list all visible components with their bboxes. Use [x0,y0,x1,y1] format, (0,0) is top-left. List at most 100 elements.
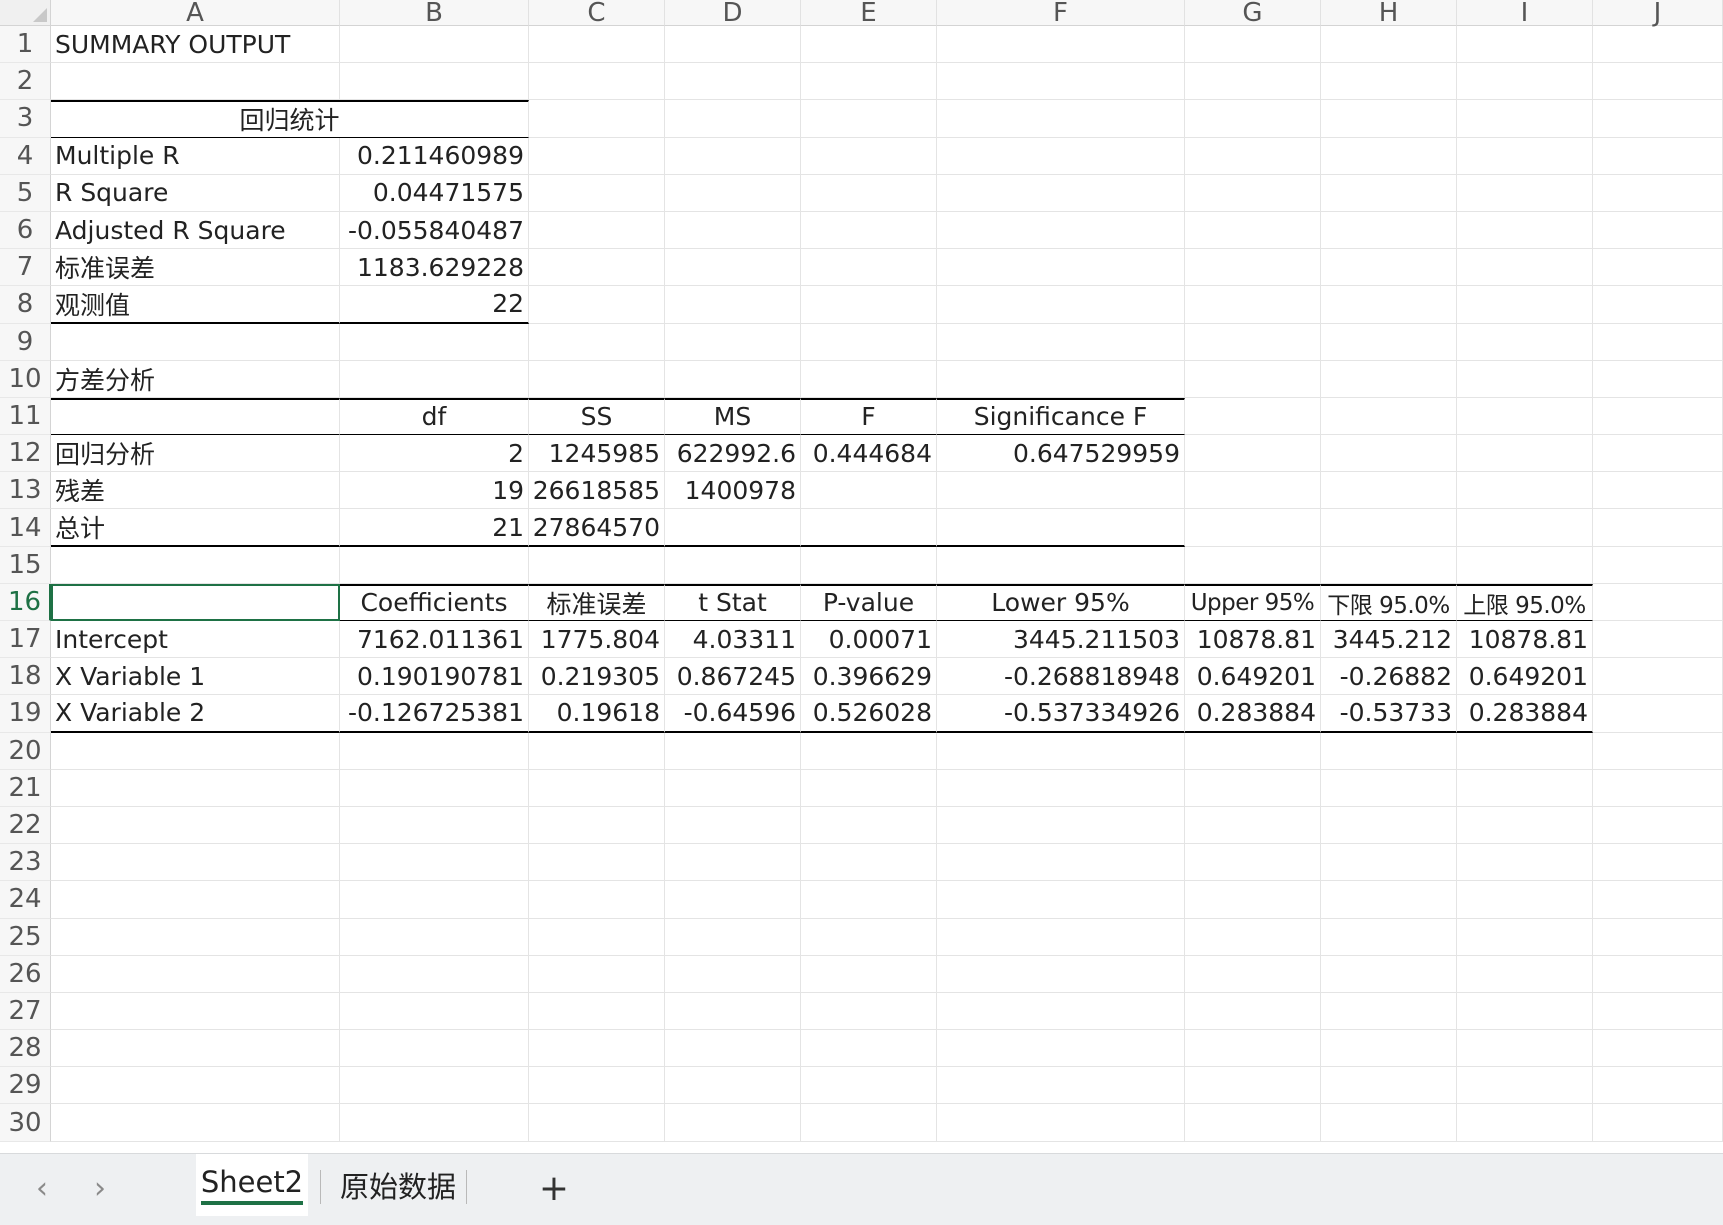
cell-a27[interactable] [51,992,340,1031]
column-header-i[interactable]: I [1457,0,1593,26]
cell-a28[interactable] [51,1030,340,1068]
cell-b22[interactable] [340,806,529,845]
row-header-26[interactable]: 26 [0,955,51,993]
cell-f5[interactable] [937,174,1185,212]
cell-a29[interactable] [51,1067,340,1105]
cell-e19[interactable]: 0.526028 [801,695,937,733]
cell-f30[interactable] [937,1104,1185,1142]
cell-b20[interactable] [340,732,529,770]
cell-j26[interactable] [1593,955,1723,993]
column-header-f[interactable]: F [937,0,1185,26]
cell-i30[interactable] [1457,1104,1593,1142]
cell-i11[interactable] [1457,397,1593,436]
cell-g30[interactable] [1185,1104,1321,1142]
cell-c8[interactable] [529,286,665,324]
cell-e11[interactable]: F [801,397,937,436]
cell-f9[interactable] [937,323,1185,361]
row-header-7[interactable]: 7 [0,249,51,287]
cell-c5[interactable] [529,174,665,212]
cell-j29[interactable] [1593,1067,1723,1105]
cell-a30[interactable] [51,1104,340,1142]
cell-d24[interactable] [665,881,801,919]
cell-e1[interactable] [801,26,937,64]
cell-b13[interactable]: 19 [340,472,529,510]
row-header-30[interactable]: 30 [0,1104,51,1142]
cell-f10[interactable] [937,360,1185,398]
cell-b28[interactable] [340,1030,529,1068]
cell-h20[interactable] [1321,732,1457,770]
cell-g24[interactable] [1185,881,1321,919]
cell-c15[interactable] [529,546,665,584]
cell-i19[interactable]: 0.283884 [1457,695,1593,733]
cell-a25[interactable] [51,918,340,956]
cell-a22[interactable] [51,806,340,845]
cell-f11[interactable]: Significance F [937,397,1185,436]
row-header-16[interactable]: 16 [0,583,51,621]
cell-b7[interactable]: 1183.629228 [340,249,529,287]
cell-a26[interactable] [51,955,340,993]
row-header-14[interactable]: 14 [0,509,51,547]
cell-b12[interactable]: 2 [340,435,529,473]
column-header-d[interactable]: D [665,0,801,26]
cell-e20[interactable] [801,732,937,770]
cell-f7[interactable] [937,249,1185,287]
cell-i2[interactable] [1457,63,1593,101]
cell-i18[interactable]: 0.649201 [1457,658,1593,696]
cell-g21[interactable] [1185,769,1321,807]
cell-h24[interactable] [1321,881,1457,919]
cell-j12[interactable] [1593,435,1723,473]
cell-i20[interactable] [1457,732,1593,770]
cell-d4[interactable] [665,137,801,175]
cell-b10[interactable] [340,360,529,398]
cell-d10[interactable] [665,360,801,398]
cell-f4[interactable] [937,137,1185,175]
cell-f12[interactable]: 0.647529959 [937,435,1185,473]
row-header-10[interactable]: 10 [0,360,51,398]
cell-j8[interactable] [1593,286,1723,324]
cell-i26[interactable] [1457,955,1593,993]
column-header-e[interactable]: E [801,0,937,26]
cell-e5[interactable] [801,174,937,212]
cell-a24[interactable] [51,881,340,919]
cell-i1[interactable] [1457,26,1593,64]
cell-h15[interactable] [1321,546,1457,584]
cell-f2[interactable] [937,63,1185,101]
cell-c21[interactable] [529,769,665,807]
row-header-1[interactable]: 1 [0,26,51,64]
cell-i12[interactable] [1457,435,1593,473]
cell-d27[interactable] [665,992,801,1031]
cell-e21[interactable] [801,769,937,807]
cell-a7[interactable]: 标准误差 [51,249,340,287]
cell-a18[interactable]: X Variable 1 [51,658,340,696]
cell-f23[interactable] [937,844,1185,882]
cell-h18[interactable]: -0.26882 [1321,658,1457,696]
cell-c29[interactable] [529,1067,665,1105]
cell-a6[interactable]: Adjusted R Square [51,211,340,250]
cell-g11[interactable] [1185,397,1321,436]
row-header-20[interactable]: 20 [0,732,51,770]
cell-g25[interactable] [1185,918,1321,956]
cell-f27[interactable] [937,992,1185,1031]
cell-c17[interactable]: 1775.804 [529,621,665,659]
cell-f1[interactable] [937,26,1185,64]
cell-h16[interactable]: 下限 95.0% [1321,583,1457,621]
cell-d28[interactable] [665,1030,801,1068]
cell-g8[interactable] [1185,286,1321,324]
cell-a14[interactable]: 总计 [51,509,340,547]
cell-a5[interactable]: R Square [51,174,340,212]
cell-g9[interactable] [1185,323,1321,361]
cell-d20[interactable] [665,732,801,770]
cell-b21[interactable] [340,769,529,807]
cell-a2[interactable] [51,63,340,101]
row-header-23[interactable]: 23 [0,844,51,882]
cell-e4[interactable] [801,137,937,175]
row-header-21[interactable]: 21 [0,769,51,807]
cell-c25[interactable] [529,918,665,956]
cell-e2[interactable] [801,63,937,101]
cell-i13[interactable] [1457,472,1593,510]
cell-i3[interactable] [1457,100,1593,138]
row-header-6[interactable]: 6 [0,211,51,250]
cell-f3[interactable] [937,100,1185,138]
cell-g1[interactable] [1185,26,1321,64]
tab-raw-data[interactable]: 原始数据 [330,1154,466,1216]
